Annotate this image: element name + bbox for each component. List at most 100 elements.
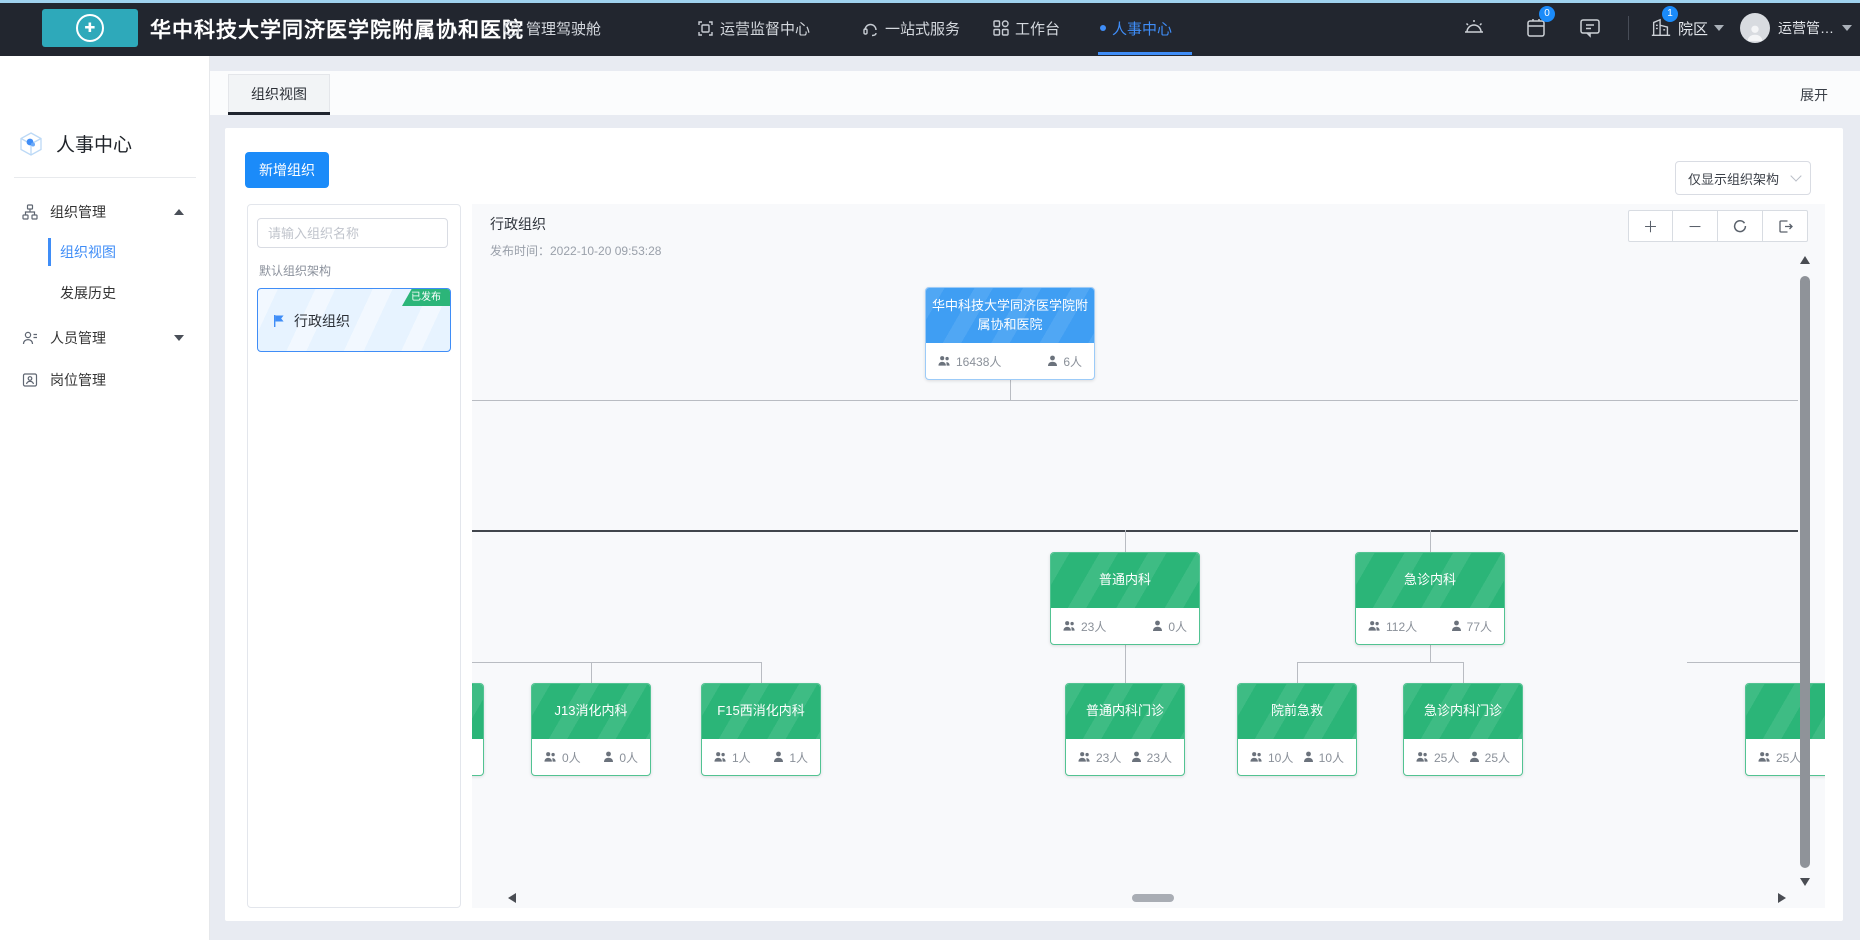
group-icon — [1368, 620, 1381, 632]
person-icon — [603, 751, 614, 763]
grid-icon — [993, 20, 1009, 36]
collapse-arrow-icon — [174, 209, 184, 215]
org-node[interactable]: 普通内科门诊 23人 23人 — [1065, 683, 1185, 776]
scroll-right-arrow[interactable] — [1778, 893, 1786, 903]
alarm-icon[interactable] — [1462, 16, 1486, 40]
org-chart-icon — [22, 204, 38, 220]
connector-line — [591, 662, 592, 683]
app-window: ✚ 华中科技大学同济医学院附属协和医院 管理驾驶舱 运营监督中心 一站式服务 工… — [0, 0, 1860, 940]
person-icon — [1303, 751, 1314, 763]
org-node[interactable]: 急诊内科门诊 25人 25人 — [1403, 683, 1523, 776]
group-icon — [1758, 751, 1771, 763]
chart-controls: ＋ － — [1628, 210, 1808, 242]
nav-workbench[interactable]: 工作台 — [993, 0, 1060, 56]
campus-badge: 1 — [1662, 6, 1678, 22]
connector-line — [1125, 643, 1126, 683]
campus-switcher[interactable]: 院区 — [1650, 0, 1724, 56]
flag-icon — [272, 314, 286, 328]
connector-line — [1430, 530, 1431, 552]
org-node[interactable]: 急诊内科 112人 77人 — [1355, 552, 1505, 645]
org-node-clipped[interactable]: 25人 — [1745, 683, 1825, 776]
reset-view-button[interactable] — [1718, 210, 1763, 242]
connector-line — [1125, 530, 1126, 552]
org-search-input[interactable] — [258, 226, 448, 241]
person-icon — [1131, 751, 1142, 763]
connector-line — [761, 662, 762, 683]
reset-icon — [1733, 219, 1747, 233]
group-icon — [1416, 751, 1429, 763]
sidebar-item-post-management[interactable]: 岗位管理 — [0, 360, 210, 400]
nav-one-stop-service[interactable]: 一站式服务 — [862, 0, 960, 56]
hospital-logo: ✚ — [42, 9, 138, 47]
message-icon[interactable] — [1578, 16, 1602, 40]
org-search-box — [257, 218, 448, 248]
nav-operation-center[interactable]: 运营监督中心 — [697, 0, 810, 56]
zoom-in-button[interactable]: ＋ — [1628, 210, 1673, 242]
org-chart-canvas[interactable]: 行政组织 发布时间：2022-10-20 09:53:28 ＋ － — [472, 204, 1825, 908]
scroll-down-arrow[interactable] — [1800, 878, 1810, 886]
expand-arrow-icon — [174, 335, 184, 341]
org-node[interactable]: 院前急救 10人 10人 — [1237, 683, 1357, 776]
vertical-scrollbar[interactable] — [1798, 254, 1812, 902]
scroll-up-arrow[interactable] — [1800, 256, 1810, 264]
sidebar-item-people-management[interactable]: 人员管理 — [0, 318, 210, 358]
group-icon — [1078, 751, 1091, 763]
monitor-icon — [697, 20, 714, 37]
app-title: 人事中心 — [18, 130, 132, 157]
org-node-root[interactable]: 华中科技大学同济医学院附属协和医院 16438人 6人 — [925, 287, 1095, 380]
connector-line — [1297, 662, 1463, 663]
person-list-icon — [22, 330, 38, 346]
connector-line — [472, 400, 1798, 401]
hr-cube-icon — [18, 131, 44, 157]
org-node[interactable]: J13消化内科 0人 0人 — [531, 683, 651, 776]
org-node[interactable]: 普通内科 23人 0人 — [1050, 552, 1200, 645]
chart-publish-time: 发布时间：2022-10-20 09:53:28 — [490, 242, 661, 259]
zoom-out-button[interactable]: － — [1673, 210, 1718, 242]
hospital-emblem-icon: ✚ — [76, 14, 104, 42]
expand-link[interactable]: 展开 — [1800, 85, 1828, 105]
person-icon — [773, 751, 784, 763]
sidebar-item-org-management[interactable]: 组织管理 — [0, 192, 210, 232]
person-icon — [1047, 355, 1058, 367]
org-tree-item-selected[interactable]: 行政组织 已发布 — [257, 288, 451, 352]
connector-line — [472, 662, 761, 663]
group-icon — [544, 751, 557, 763]
nav-hr-center[interactable]: 人事中心 — [1100, 0, 1172, 56]
horizontal-scrollbar[interactable] — [472, 890, 1825, 906]
vertical-scroll-thumb[interactable] — [1800, 276, 1810, 868]
org-node[interactable]: F15西消化内科 1人 1人 — [701, 683, 821, 776]
chart-org-title: 行政组织 — [490, 214, 546, 234]
horizontal-scroll-thumb[interactable] — [1132, 894, 1174, 902]
connector-line — [1687, 662, 1805, 663]
todo-badge: 0 — [1539, 6, 1555, 22]
org-node-clipped[interactable] — [472, 683, 484, 776]
person-icon — [1451, 620, 1462, 632]
chevron-down-icon — [1714, 25, 1724, 31]
user-menu[interactable]: 运营管… — [1740, 0, 1852, 56]
person-icon — [1469, 751, 1480, 763]
chevron-down-icon — [1842, 25, 1852, 31]
active-nav-underline — [1098, 52, 1192, 55]
export-button[interactable] — [1763, 210, 1808, 242]
scroll-left-arrow[interactable] — [508, 893, 516, 903]
tab-active-underline — [228, 112, 330, 115]
sidebar-divider — [14, 177, 196, 178]
headset-icon — [862, 20, 879, 37]
nav-management-cockpit[interactable]: 管理驾驶舱 — [503, 0, 601, 56]
connector-line — [1297, 662, 1298, 683]
chevron-down-icon — [1790, 170, 1801, 181]
export-icon — [1778, 219, 1793, 234]
connector-line — [1010, 378, 1011, 400]
hospital-title: 华中科技大学同济医学院附属协和医院 — [150, 14, 524, 44]
view-filter-select[interactable]: 仅显示组织架构 — [1675, 161, 1811, 195]
sidebar-item-dev-history[interactable]: 发展历史 — [0, 274, 210, 312]
group-icon — [938, 355, 951, 367]
tab-org-view[interactable]: 组织视图 — [228, 74, 330, 112]
connector-line — [1463, 662, 1464, 683]
group-icon — [1250, 751, 1263, 763]
topbar-divider — [1628, 16, 1629, 40]
active-dot-icon — [1100, 25, 1106, 31]
add-org-button[interactable]: 新增组织 — [245, 152, 329, 188]
sidebar-item-org-view[interactable]: 组织视图 — [0, 233, 210, 271]
dashboard-icon — [503, 20, 520, 37]
